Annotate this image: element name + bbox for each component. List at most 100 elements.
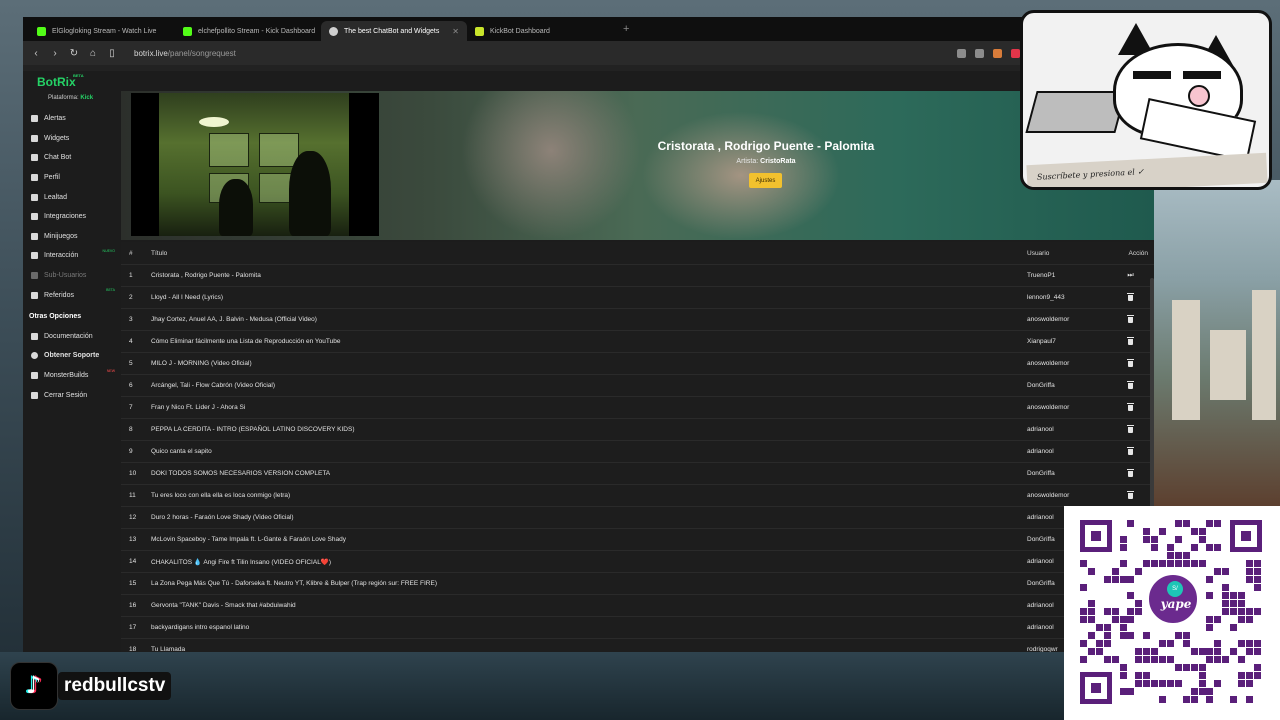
store-icon: [31, 372, 38, 380]
qr-module: [1214, 544, 1222, 551]
sidebar-item-label: Documentación: [44, 332, 93, 340]
qr-module: [1119, 688, 1127, 695]
qr-module: [1182, 552, 1190, 559]
platform-value: Kick: [80, 95, 94, 101]
brave-rewards-icon[interactable]: [1011, 48, 1020, 58]
sidebar-item-referidos[interactable]: Referidos BETA: [23, 285, 121, 305]
browser-tab-1[interactable]: ElGlogloking Stream - Watch Live: [29, 21, 175, 41]
qr-module: [1214, 520, 1222, 527]
song-title: Cómo Eliminar fácilmente una Lista de Re…: [151, 338, 341, 345]
qr-finder: [1230, 520, 1262, 552]
close-tab-icon[interactable]: ✕: [452, 27, 459, 36]
requester-user: adrianool: [1027, 448, 1054, 455]
qr-pattern: S/ yape: [1080, 520, 1262, 704]
qr-module: [1206, 544, 1214, 551]
qr-module: [1103, 608, 1111, 615]
sidebar-item-monsterbuilds[interactable]: MonsterBuilds NEW: [23, 366, 121, 386]
sidebar-item-documentacion[interactable]: Documentación: [23, 327, 121, 347]
song-title: La Zona Pega Más Que Tú - Daforseka ft. …: [151, 580, 437, 587]
sidebar-item-alertas[interactable]: Alertas: [23, 109, 121, 129]
trash-icon[interactable]: [1127, 468, 1134, 477]
tab-bar: ElGlogloking Stream - Watch Live elchefp…: [23, 17, 1154, 41]
qr-module: [1135, 568, 1143, 575]
sidebar-item-cerrar-sesion[interactable]: Cerrar Sesión: [23, 385, 121, 405]
qr-module: [1253, 568, 1261, 575]
table-row: 11 Tu eres loco con ella ella es loca con…: [121, 484, 1154, 506]
trash-icon[interactable]: [1127, 446, 1134, 455]
forward-icon[interactable]: ›: [50, 48, 60, 59]
bookmark-icon[interactable]: ▯: [107, 48, 117, 59]
row-action: [1107, 402, 1154, 411]
trash-icon[interactable]: [1127, 336, 1134, 345]
sidebar-item-integraciones[interactable]: Integraciones: [23, 207, 121, 227]
tiktok-icon: ♪: [26, 671, 42, 699]
row-number: 15: [129, 580, 137, 587]
sidebar-item-lealtad[interactable]: Lealtad: [23, 187, 121, 207]
trash-icon[interactable]: [1127, 490, 1134, 499]
qr-module: [1119, 536, 1127, 543]
sidebar-item-minijuegos[interactable]: Minijuegos: [23, 227, 121, 247]
new-tab-button[interactable]: +: [623, 23, 629, 35]
trash-icon[interactable]: [1127, 380, 1134, 389]
sidebar-item-label: Cerrar Sesión: [44, 391, 88, 399]
qr-module: [1190, 696, 1198, 703]
qr-module: [1080, 608, 1087, 615]
qr-module: [1182, 560, 1190, 567]
botrix-logo[interactable]: BotRix: [37, 75, 76, 89]
tab-label: ElGlogloking Stream - Watch Live: [52, 27, 157, 35]
share-icon[interactable]: [975, 48, 984, 58]
trash-icon[interactable]: [1127, 314, 1134, 323]
home-icon[interactable]: ⌂: [88, 48, 98, 59]
skip-icon[interactable]: ⏭: [1127, 272, 1135, 280]
trash-icon[interactable]: [1127, 358, 1134, 367]
brave-shield-icon[interactable]: [993, 48, 1002, 58]
qr-module: [1190, 688, 1198, 695]
yape-qr-code: S/ yape: [1064, 506, 1280, 720]
sticker-text: Suscríbete y presiona el ✓: [1036, 167, 1145, 182]
qr-module: [1159, 528, 1166, 535]
browser-tab-2[interactable]: elchefpollito Stream - Kick Dashboard: [175, 21, 321, 41]
artist-name: CristoRata: [760, 158, 796, 165]
tiktok-username: redbullcstv: [58, 672, 172, 700]
sidebar-item-interaccion[interactable]: Interacción NUEVO: [23, 246, 121, 266]
url-field[interactable]: botrix.live/panel/songrequest: [134, 49, 236, 58]
scrollbar[interactable]: [1150, 278, 1154, 518]
browser-tab-3[interactable]: The best ChatBot and Widgets ✕: [321, 21, 467, 41]
sidebar-item-perfil[interactable]: Perfil: [23, 168, 121, 188]
back-icon[interactable]: ‹: [31, 48, 41, 59]
sidebar-item-widgets[interactable]: Widgets: [23, 129, 121, 149]
trash-icon[interactable]: [1127, 424, 1134, 433]
alert-icon: [31, 115, 38, 123]
qr-module: [1143, 648, 1151, 655]
qr-module: [1087, 616, 1095, 623]
col-header-user: Usuario: [1027, 249, 1050, 257]
chat-icon: [31, 154, 38, 162]
qr-module: [1095, 648, 1103, 655]
qr-module: [1159, 696, 1166, 703]
trash-icon[interactable]: [1127, 292, 1134, 301]
trash-icon[interactable]: [1127, 402, 1134, 411]
sidebar-item-chat-bot[interactable]: Chat Bot: [23, 148, 121, 168]
qr-module: [1238, 608, 1245, 615]
kickbot-icon: [475, 26, 484, 36]
col-header-title: Título: [151, 249, 168, 257]
row-number: 16: [129, 602, 137, 609]
reload-icon[interactable]: ↻: [69, 48, 79, 59]
qr-module: [1238, 640, 1245, 647]
video-player[interactable]: [131, 93, 379, 236]
qr-module: [1159, 680, 1166, 687]
settings-button[interactable]: Ajustes: [749, 173, 782, 188]
row-number: 5: [129, 360, 133, 367]
qr-finder: [1080, 672, 1112, 704]
qr-module: [1103, 632, 1111, 639]
person-silhouette: [219, 179, 253, 236]
sidebar-item-obtener-soporte[interactable]: Obtener Soporte: [23, 346, 121, 366]
building: [1252, 290, 1276, 420]
qr-module: [1127, 520, 1135, 527]
requester-user: anoswoldemor: [1027, 360, 1070, 367]
qr-module: [1119, 616, 1127, 623]
zoom-icon[interactable]: [957, 48, 966, 58]
qr-module: [1253, 672, 1261, 679]
qr-module: [1214, 568, 1222, 575]
browser-tab-4[interactable]: KickBot Dashboard: [467, 21, 613, 41]
